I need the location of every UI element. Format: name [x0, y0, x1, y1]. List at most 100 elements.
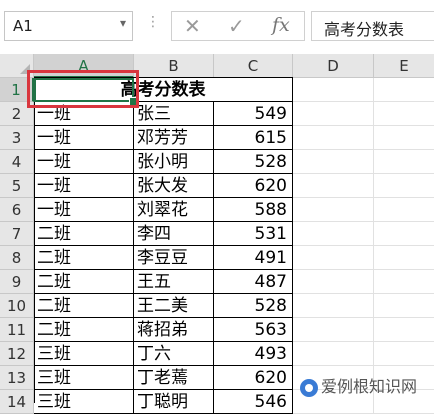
empty-cell[interactable] [293, 270, 374, 294]
column-header-d[interactable]: D [293, 54, 374, 78]
row-header[interactable]: 10 [0, 294, 34, 318]
empty-cell[interactable] [293, 318, 374, 342]
name-cell[interactable]: 蒋招弟 [134, 318, 214, 342]
class-cell[interactable]: 一班 [34, 126, 134, 150]
table-row: 3 一班 邓芳芳 615 [0, 126, 434, 150]
empty-cell[interactable] [293, 342, 374, 366]
column-header-e[interactable]: E [374, 54, 434, 78]
name-cell[interactable]: 张三 [134, 102, 214, 126]
name-cell[interactable]: 李豆豆 [134, 246, 214, 270]
name-box-value: A1 [13, 17, 33, 35]
empty-cell[interactable] [293, 294, 374, 318]
score-cell[interactable]: 549 [214, 102, 293, 126]
name-cell[interactable]: 丁老蔫 [134, 366, 214, 390]
row-header[interactable]: 6 [0, 198, 34, 222]
table-row: 10 二班 王二美 528 [0, 294, 434, 318]
table-row: 11 二班 蒋招弟 563 [0, 318, 434, 342]
row-header[interactable]: 3 [0, 126, 34, 150]
empty-cell[interactable] [374, 102, 434, 126]
insert-function-icon[interactable]: fx [272, 14, 290, 36]
cancel-icon[interactable]: ✕ [184, 14, 201, 38]
score-cell[interactable]: 615 [214, 126, 293, 150]
name-box[interactable]: A1 ▾ [4, 11, 133, 41]
row-header[interactable]: 14 [0, 390, 34, 414]
spreadsheet-grid: A B C D E 1 高考分数表 2 一班 张三 549 3 一班 邓芳芳 615 4 一班 张小… [0, 54, 434, 414]
empty-cell[interactable] [293, 150, 374, 174]
row-header[interactable]: 5 [0, 174, 34, 198]
row-header[interactable]: 4 [0, 150, 34, 174]
empty-cell[interactable] [374, 222, 434, 246]
check-icon[interactable]: ✓ [228, 14, 245, 38]
empty-cell[interactable] [374, 246, 434, 270]
name-cell[interactable]: 张大发 [134, 174, 214, 198]
score-cell[interactable]: 563 [214, 318, 293, 342]
column-header-c[interactable]: C [214, 54, 293, 78]
table-row: 7 二班 李四 531 [0, 222, 434, 246]
row-header[interactable]: 9 [0, 270, 34, 294]
empty-cell[interactable] [293, 222, 374, 246]
score-cell[interactable]: 620 [214, 366, 293, 390]
class-cell[interactable]: 一班 [34, 174, 134, 198]
watermark-logo-icon [300, 378, 318, 397]
empty-cell[interactable] [374, 294, 434, 318]
watermark-text: 爱例根知识网 [321, 377, 418, 396]
name-cell[interactable]: 王五 [134, 270, 214, 294]
empty-cell[interactable] [374, 342, 434, 366]
name-cell[interactable]: 邓芳芳 [134, 126, 214, 150]
class-cell[interactable]: 二班 [34, 294, 134, 318]
empty-cell[interactable] [293, 198, 374, 222]
row-header[interactable]: 7 [0, 222, 34, 246]
table-row: 8 二班 李豆豆 491 [0, 246, 434, 270]
empty-cell[interactable] [293, 102, 374, 126]
name-cell[interactable]: 李四 [134, 222, 214, 246]
name-cell[interactable]: 王二美 [134, 294, 214, 318]
class-cell[interactable]: 一班 [34, 198, 134, 222]
empty-cell[interactable] [293, 246, 374, 270]
chevron-down-icon[interactable]: ▾ [120, 16, 126, 30]
class-cell[interactable]: 一班 [34, 150, 134, 174]
class-cell[interactable]: 三班 [34, 390, 134, 414]
table-row: 4 一班 张小明 528 [0, 150, 434, 174]
cell-d1[interactable] [293, 78, 374, 102]
table-row: 6 一班 刘翠花 588 [0, 198, 434, 222]
table-row: 9 二班 王五 487 [0, 270, 434, 294]
name-cell[interactable]: 丁六 [134, 342, 214, 366]
class-cell[interactable]: 二班 [34, 246, 134, 270]
column-header-b[interactable]: B [134, 54, 214, 78]
score-cell[interactable]: 531 [214, 222, 293, 246]
empty-cell[interactable] [374, 318, 434, 342]
empty-cell[interactable] [374, 126, 434, 150]
name-cell[interactable]: 张小明 [134, 150, 214, 174]
score-cell[interactable]: 493 [214, 342, 293, 366]
score-cell[interactable]: 546 [214, 390, 293, 414]
empty-cell[interactable] [374, 198, 434, 222]
score-cell[interactable]: 528 [214, 294, 293, 318]
class-cell[interactable]: 三班 [34, 366, 134, 390]
formula-input[interactable]: 高考分数表 [311, 11, 434, 41]
score-cell[interactable]: 487 [214, 270, 293, 294]
row-header[interactable]: 12 [0, 342, 34, 366]
table-row: 12 三班 丁六 493 [0, 342, 434, 366]
empty-cell[interactable] [374, 150, 434, 174]
row-header[interactable]: 11 [0, 318, 34, 342]
score-cell[interactable]: 588 [214, 198, 293, 222]
row-header[interactable]: 8 [0, 246, 34, 270]
class-cell[interactable]: 三班 [34, 342, 134, 366]
class-cell[interactable]: 二班 [34, 270, 134, 294]
formula-input-value: 高考分数表 [324, 20, 405, 39]
cell-e1[interactable] [374, 78, 434, 102]
row-header[interactable]: 13 [0, 366, 34, 390]
class-cell[interactable]: 二班 [34, 318, 134, 342]
empty-cell[interactable] [293, 174, 374, 198]
drag-handle-icon[interactable]: ⋮ [146, 14, 160, 30]
empty-cell[interactable] [293, 126, 374, 150]
score-cell[interactable]: 528 [214, 150, 293, 174]
name-cell[interactable]: 丁聪明 [134, 390, 214, 414]
watermark: 爱例根知识网 [300, 373, 417, 397]
empty-cell[interactable] [374, 174, 434, 198]
name-cell[interactable]: 刘翠花 [134, 198, 214, 222]
score-cell[interactable]: 620 [214, 174, 293, 198]
class-cell[interactable]: 二班 [34, 222, 134, 246]
empty-cell[interactable] [374, 270, 434, 294]
score-cell[interactable]: 491 [214, 246, 293, 270]
